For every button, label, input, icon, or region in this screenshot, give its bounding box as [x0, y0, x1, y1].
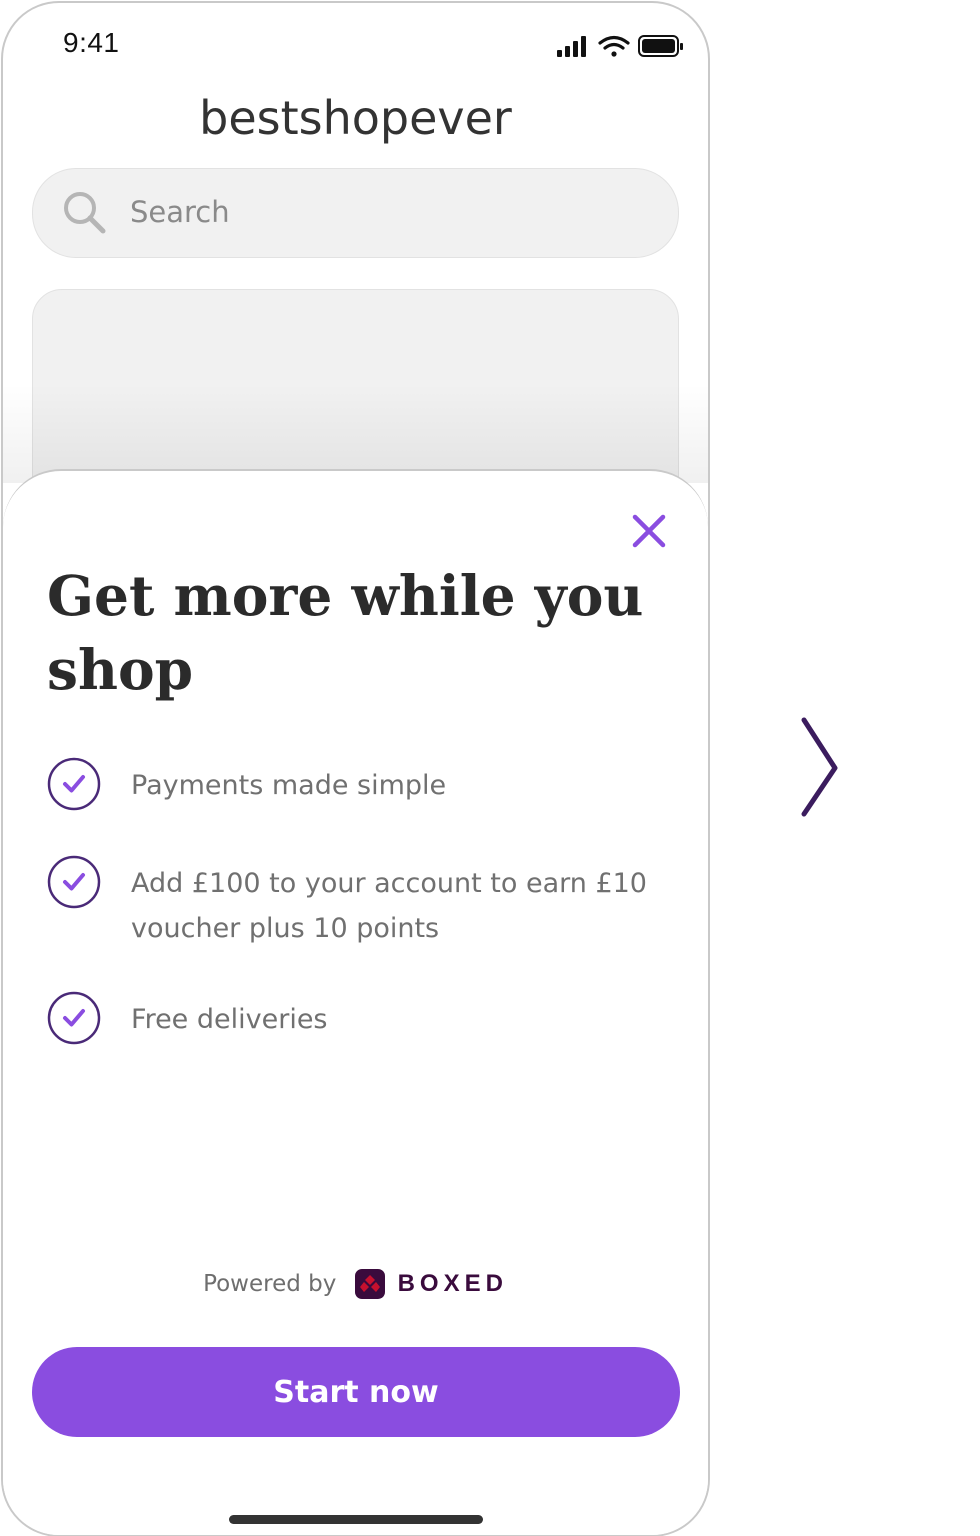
- check-circle-icon: [47, 855, 101, 909]
- promo-bottom-sheet: Get more while you shop Payments made si…: [3, 469, 708, 1535]
- wifi-icon: [598, 35, 630, 57]
- start-now-button[interactable]: Start now: [32, 1347, 680, 1437]
- search-bar[interactable]: Search: [32, 168, 679, 258]
- provider-mark-icon: [355, 1269, 386, 1299]
- battery-icon: [638, 35, 683, 57]
- benefit-text: Payments made simple: [131, 770, 447, 801]
- powered-by: Powered by BOXED: [3, 1269, 708, 1309]
- benefit-text: Free deliveries: [131, 1004, 328, 1035]
- provider-logo: BOXED: [355, 1269, 507, 1299]
- brand-logo: bestshopever: [199, 91, 512, 145]
- prototype-stage: 9:41 bestshopever Search Get more while …: [0, 0, 980, 1536]
- home-indicator[interactable]: [229, 1515, 483, 1524]
- check-circle-icon: [47, 991, 101, 1045]
- provider-name: BOXED: [397, 1270, 508, 1297]
- sheet-backdrop-shade: [3, 383, 708, 483]
- benefit-item: Add £100 to your account to earn £10 vou…: [47, 855, 667, 955]
- search-icon: [64, 192, 106, 234]
- cellular-signal-icon: [557, 36, 586, 57]
- search-input[interactable]: Search: [130, 195, 230, 229]
- sheet-headline: Get more while you shop: [47, 563, 644, 702]
- check-circle-icon: [47, 757, 101, 811]
- status-icons: [557, 35, 683, 57]
- benefit-item: Free deliveries: [47, 991, 667, 1051]
- phone-frame: 9:41 bestshopever Search Get more while …: [1, 1, 710, 1536]
- powered-by-label: Powered by: [203, 1271, 337, 1297]
- benefit-text: Add £100 to your account to earn £10 vou…: [131, 868, 647, 944]
- benefit-item: Payments made simple: [47, 757, 667, 817]
- provider-mark-glyph-icon: [360, 1275, 381, 1292]
- chevron-right-icon[interactable]: [795, 712, 845, 822]
- status-time: 9:41: [63, 27, 120, 58]
- close-icon[interactable]: [625, 507, 673, 555]
